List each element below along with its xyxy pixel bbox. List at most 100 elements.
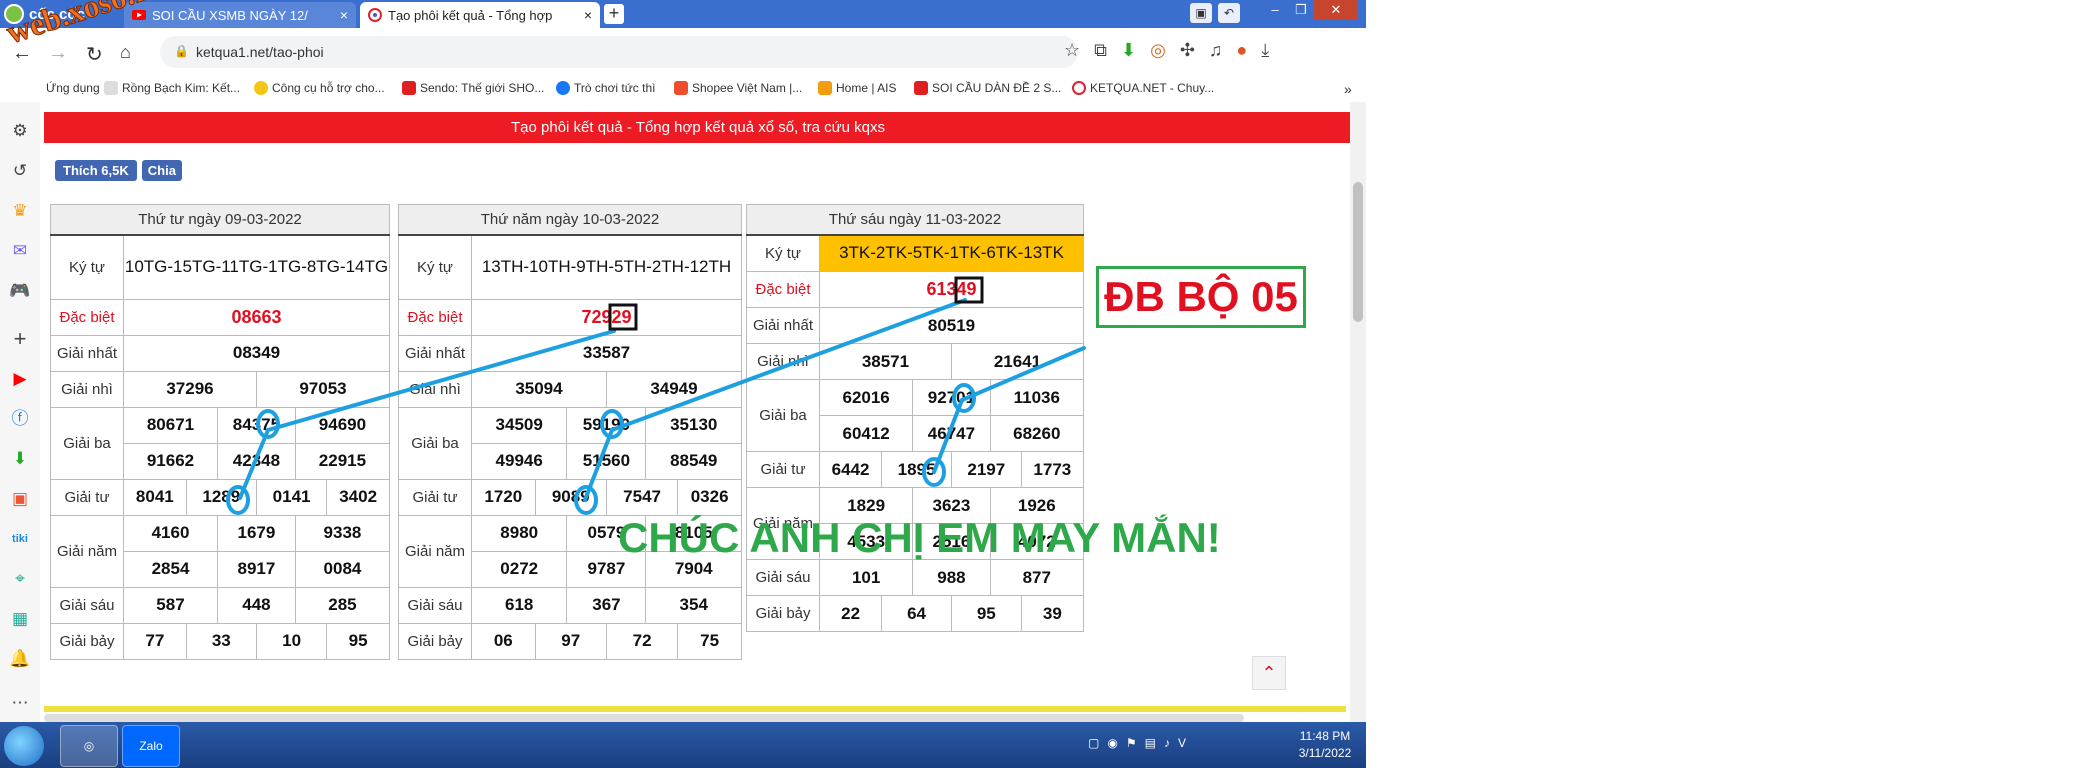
download-icon[interactable]: ⤓: [1261, 40, 1269, 61]
label-giai-tu: Giải tư: [50, 478, 124, 516]
profile-icon[interactable]: ●: [1236, 40, 1247, 61]
result-table-0903: Thứ tư ngày 09-03-2022 Ký tự 10TG-15TG-1…: [50, 204, 391, 660]
giai-tu-value: 2197: [950, 451, 1022, 488]
giai-tu-value: 8041: [123, 478, 187, 516]
bookmark-cong-cu[interactable]: Công cụ hỗ trợ cho...: [254, 81, 385, 95]
footer-strip: [44, 706, 1346, 712]
more-bookmarks-icon[interactable]: »: [1344, 81, 1352, 97]
url-field[interactable]: 🔒 ketqua1.net/tao-phoi: [160, 36, 1078, 68]
close-window-icon[interactable]: ✕: [1314, 0, 1358, 20]
fb-like-button[interactable]: Thích 6,5K: [55, 160, 137, 181]
giai-ba-value: 68260: [989, 415, 1085, 452]
crown-icon[interactable]: ♛: [9, 200, 31, 222]
taskbar-coccoc[interactable]: ◎: [60, 725, 118, 767]
giai-sau-value: 587: [123, 586, 218, 624]
giai-ba-value: 84375: [216, 406, 296, 444]
bookmark-ais[interactable]: Home | AIS: [818, 81, 896, 95]
table-date: Thứ sáu ngày 11-03-2022: [746, 204, 1084, 234]
network-icon[interactable]: ◉: [1107, 736, 1117, 750]
clock[interactable]: 11:48 PM 3/11/2022: [1290, 728, 1360, 762]
scroll-to-top-button[interactable]: ⌃: [1252, 656, 1286, 690]
fb-share-button[interactable]: Chia: [141, 160, 182, 181]
label-giai-nam: Giải năm: [50, 514, 124, 588]
minimize-sidebar-icon[interactable]: ↶: [1218, 3, 1240, 23]
giai-nhat-value: 08349: [123, 334, 390, 372]
scroll-thumb[interactable]: [1353, 182, 1363, 322]
taskbar-zalo[interactable]: Zalo: [122, 725, 180, 767]
sheet-icon[interactable]: ▦: [9, 608, 31, 630]
bell-icon[interactable]: 🔔: [9, 648, 31, 670]
giai-tu-value: 1289: [185, 478, 257, 516]
horizontal-scrollbar[interactable]: [44, 714, 1244, 722]
forward-icon[interactable]: →: [48, 42, 68, 65]
ky-tu-value: 13TH-10TH-9TH-5TH-2TH-12TH: [471, 234, 742, 300]
bookmark-star-icon[interactable]: ☆: [1064, 40, 1080, 61]
giai-sau-value: 367: [566, 586, 647, 624]
tab-close-icon[interactable]: ×: [578, 7, 592, 23]
tab-groups-icon[interactable]: ⧉: [1094, 40, 1107, 61]
ky-tu-value: 3TK-2TK-5TK-1TK-6TK-13TK: [819, 234, 1084, 272]
tab-tao-phoi[interactable]: Tạo phôi kết quả - Tổng hợp ×: [360, 2, 600, 28]
tiki-icon[interactable]: tiki: [9, 528, 31, 550]
tools-icon: [254, 81, 268, 95]
add-icon[interactable]: +: [9, 328, 31, 350]
bookmark-label: KETQUA.NET - Chuy...: [1090, 81, 1215, 95]
label-dac-biet: Đặc biệt: [398, 298, 472, 336]
volume-icon[interactable]: ♪: [1164, 736, 1170, 750]
giai-sau-value: 448: [216, 586, 296, 624]
giai-sau-value: 285: [294, 586, 391, 624]
bookmark-rong-bach-kim[interactable]: Rồng Bạch Kim: Kết...: [104, 81, 240, 95]
label-giai-sau: Giải sáu: [398, 586, 472, 624]
game-icon[interactable]: 🎮: [9, 280, 31, 302]
bookmark-sendo[interactable]: Sendo: Thế giới SHO...: [402, 81, 544, 95]
giai-bay-value: 72: [605, 622, 679, 660]
more-icon[interactable]: ⋯: [9, 692, 31, 714]
settings-icon[interactable]: ⚙: [9, 120, 31, 142]
bookmark-soi-cau-dan-de[interactable]: SOI CẦU DÀN ĐỀ 2 S...: [914, 81, 1061, 95]
address-bar: ← → ↻ ⌂ 🔒 ketqua1.net/tao-phoi ☆ ⧉ ⬇ ◎ ✣…: [0, 28, 1366, 77]
giai-sau-value: 354: [645, 586, 742, 624]
media-control-icon[interactable]: ♫: [1209, 40, 1223, 61]
giai-nhi-value: 38571: [819, 343, 952, 380]
giai-ba-value: 91662: [123, 442, 218, 480]
giai-ba-value: 60412: [818, 415, 914, 452]
restore-icon[interactable]: ❐: [1288, 0, 1314, 20]
home-icon[interactable]: ⌂: [120, 42, 131, 63]
giai-nhi-value: 34949: [605, 370, 743, 408]
result-table-1103: Thứ sáu ngày 11-03-2022 Ký tự 3TK-2TK-5T…: [746, 204, 1085, 632]
facebook-icon[interactable]: ⓕ: [9, 408, 31, 430]
bookmark-ketqua-net[interactable]: KETQUA.NET - Chuy...: [1072, 81, 1214, 95]
bookmark-label: Trò chơi tức thì: [574, 81, 656, 95]
puzzle-icon[interactable]: ✣: [1180, 40, 1195, 61]
bookmark-tro-choi[interactable]: Trò chơi tức thì: [556, 81, 655, 95]
bookmark-apps[interactable]: Ứng dụng: [46, 81, 100, 95]
youtube-icon[interactable]: ▶: [9, 368, 31, 390]
new-tab-button[interactable]: +: [604, 4, 624, 24]
language-icon[interactable]: V: [1178, 736, 1186, 750]
map-icon[interactable]: ⌖: [9, 568, 31, 590]
bookmark-shopee[interactable]: Shopee Việt Nam |...: [674, 81, 802, 95]
shopping-icon[interactable]: ▣: [9, 488, 31, 510]
start-button[interactable]: [4, 726, 44, 766]
vertical-scrollbar[interactable]: [1350, 102, 1366, 722]
reload-icon[interactable]: ↻: [86, 42, 103, 67]
giai-bay-value: 10: [255, 622, 328, 660]
coccoc-extension-icon[interactable]: ◎: [1150, 40, 1166, 61]
screenshot-icon[interactable]: ▣: [1190, 3, 1212, 23]
bookmark-label: Công cụ hỗ trợ cho...: [272, 81, 385, 95]
label-giai-nhi: Giải nhì: [398, 370, 472, 408]
messenger-icon[interactable]: ✉: [9, 240, 31, 262]
label-dac-biet: Đặc biệt: [50, 298, 124, 336]
history-icon[interactable]: ↺: [9, 160, 31, 182]
tab-soi-cau[interactable]: SOI CẦU XSMB NGÀY 12/ ×: [124, 2, 356, 28]
monitor-icon[interactable]: ▤: [1145, 736, 1156, 750]
download-savior-icon[interactable]: ⬇: [1121, 40, 1136, 61]
minimize-icon[interactable]: –: [1262, 0, 1288, 20]
flag-icon[interactable]: ⚑: [1126, 736, 1137, 750]
zalo-label: Zalo: [139, 739, 163, 753]
db-bo-text: ĐB BỘ 05: [1104, 273, 1298, 320]
lock-icon[interactable]: 🔒: [174, 44, 189, 58]
tab-close-icon[interactable]: ×: [334, 7, 348, 23]
zalo-tray-icon[interactable]: ▢: [1088, 736, 1099, 750]
download-icon[interactable]: ⬇: [9, 448, 31, 470]
